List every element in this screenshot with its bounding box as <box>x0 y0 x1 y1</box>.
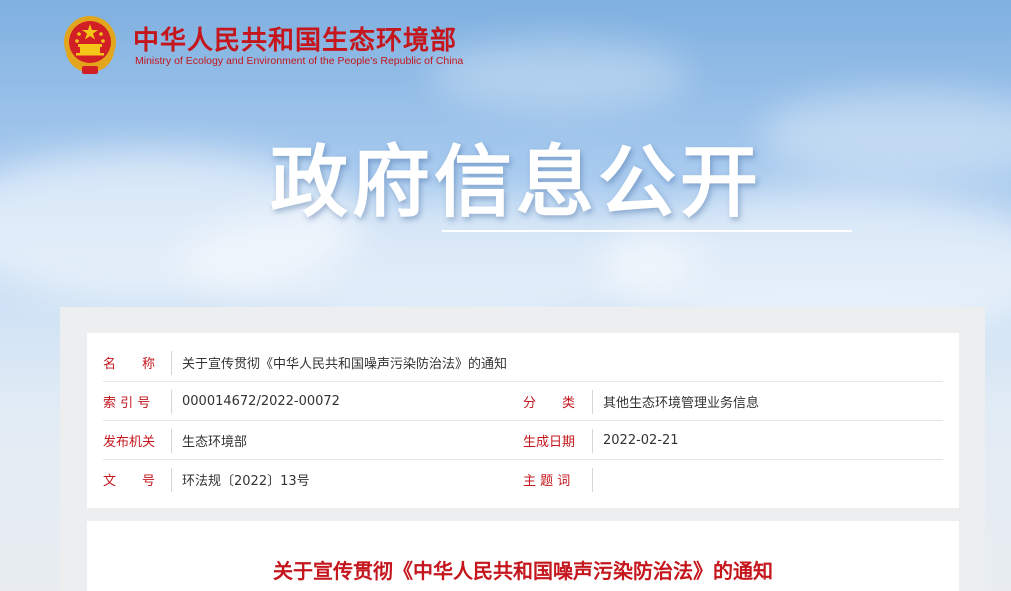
category-value: 其他生态环境管理业务信息 <box>603 396 760 411</box>
divider <box>171 351 172 375</box>
national-emblem-icon[interactable] <box>60 14 120 76</box>
date-label: 生成日期 <box>523 435 576 450</box>
name-label: 名 称 <box>103 357 156 372</box>
divider <box>592 468 593 492</box>
category-label: 分 类 <box>523 396 576 411</box>
divider <box>171 468 172 492</box>
document-content-card: 关于宣传贯彻《中华人民共和国噪声污染防治法》的通知 <box>87 521 959 591</box>
title-underline <box>442 230 852 232</box>
index-label: 索 引 号 <box>103 396 151 411</box>
issuer-label: 发布机关 <box>103 435 156 450</box>
divider <box>171 390 172 414</box>
name-value: 关于宣传贯彻《中华人民共和国噪声污染防治法》的通知 <box>182 357 508 372</box>
info-row-index: 索 引 号 000014672/2022-00072 分 类 其他生态环境管理业… <box>103 382 943 421</box>
divider <box>592 390 593 414</box>
divider <box>592 429 593 453</box>
banner-title: 政府信息公开 <box>270 138 763 228</box>
cloud-decoration <box>430 40 690 110</box>
docno-value: 环法规〔2022〕13号 <box>182 474 310 489</box>
document-title: 关于宣传贯彻《中华人民共和国噪声污染防治法》的通知 <box>273 559 773 583</box>
date-value: 2022-02-21 <box>603 433 679 448</box>
cloud-decoration <box>760 90 1011 180</box>
info-row-issuer: 发布机关 生态环境部 生成日期 2022-02-21 <box>103 421 943 460</box>
docno-label: 文 号 <box>103 474 156 489</box>
ministry-name-en[interactable]: Ministry of Ecology and Environment of t… <box>135 55 463 67</box>
ministry-name-cn[interactable]: 中华人民共和国生态环境部 <box>133 20 457 57</box>
index-value: 000014672/2022-00072 <box>182 394 340 409</box>
document-info-card: 名 称 关于宣传贯彻《中华人民共和国噪声污染防治法》的通知 索 引 号 0000… <box>87 333 959 508</box>
keywords-label: 主 题 词 <box>523 474 571 489</box>
divider <box>171 429 172 453</box>
info-row-docno: 文 号 环法规〔2022〕13号 主 题 词 <box>103 460 943 499</box>
issuer-value: 生态环境部 <box>182 435 248 450</box>
info-row-name: 名 称 关于宣传贯彻《中华人民共和国噪声污染防治法》的通知 <box>103 343 943 382</box>
